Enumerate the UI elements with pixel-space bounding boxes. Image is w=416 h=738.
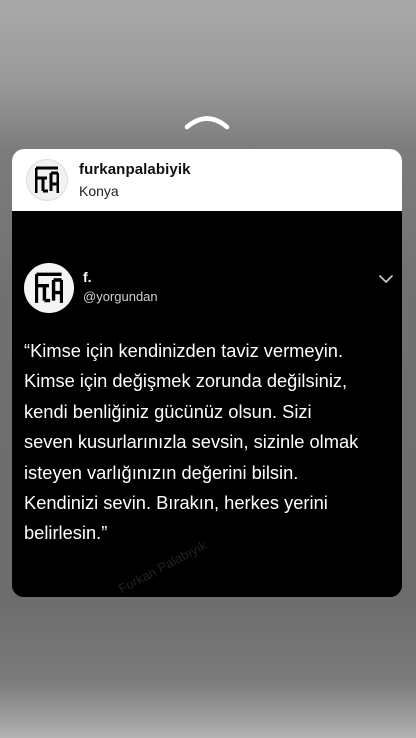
- fp-monogram-logo: [35, 166, 59, 193]
- tweet-avatar: [24, 263, 74, 313]
- tweet-handle: @yorgundan: [83, 289, 158, 304]
- story-card: furkanpalabiyik Konya f. @yorgundan “Kim…: [12, 149, 402, 597]
- location-label[interactable]: Konya: [79, 183, 119, 199]
- chevron-up-icon[interactable]: [184, 112, 230, 132]
- tweet-text: “Kimse için kendinizden taviz vermeyin. …: [24, 340, 359, 544]
- avatar[interactable]: [26, 159, 68, 201]
- tweet-screenshot: f. @yorgundan “Kimse için kendinizden ta…: [12, 211, 402, 597]
- post-header: furkanpalabiyik Konya: [12, 149, 402, 211]
- username[interactable]: furkanpalabiyik: [79, 161, 191, 178]
- fp-monogram-logo: [35, 272, 63, 303]
- chevron-down-icon: [379, 275, 393, 283]
- tweet-display-name: f.: [83, 269, 92, 285]
